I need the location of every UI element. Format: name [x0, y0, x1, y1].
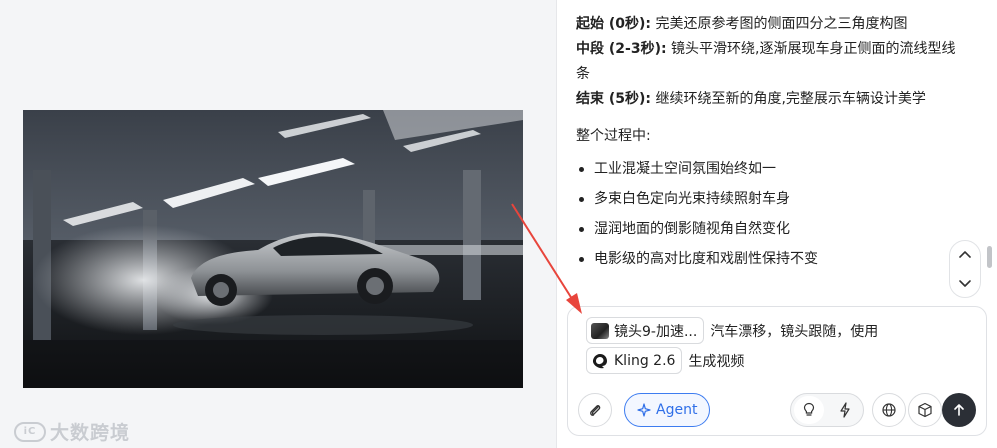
lightbulb-icon [803, 402, 815, 416]
canvas-area: iC 大数跨境 [0, 0, 556, 448]
model-chip[interactable]: Kling 2.6 [586, 347, 683, 374]
reference-car-image[interactable] [23, 110, 523, 388]
idea-mode-button[interactable] [794, 396, 824, 424]
kling-logo-icon [592, 353, 607, 368]
list-item: 工业混凝土空间氛围始终如一 [576, 157, 956, 182]
3d-model-button[interactable] [908, 393, 942, 427]
prompt-text: 汽车漂移，镜头跟随，使用 [710, 323, 879, 340]
segment-start: 起始 (0秒): 完美还原参考图的侧面四分之三角度构图 [576, 12, 956, 37]
prompt-text: 生成视频 [688, 353, 745, 370]
list-item-text: 工业混凝土空间氛围始终如一 [594, 161, 776, 177]
list-item-text: 电影级的高对比度和戏剧性保持不变 [594, 251, 818, 267]
car-drift-illustration [23, 110, 523, 388]
cube-icon [918, 402, 932, 418]
scroll-up-button[interactable] [955, 245, 975, 265]
segment-end: 结束 (5秒): 继续环绕至新的角度,完整展示车辆设计美学 [576, 87, 956, 112]
fast-mode-button[interactable] [830, 396, 860, 424]
segment-label: 结束 (5秒): [576, 91, 652, 107]
bullet-dot-icon [579, 167, 584, 172]
list-item: 多束白色定向光束持续照射车身 [576, 187, 956, 212]
watermark-logo-icon: iC [14, 421, 46, 442]
segment-label: 起始 (0秒): [576, 16, 652, 32]
scrollbar[interactable] [987, 246, 992, 268]
globe-icon [882, 403, 896, 417]
web-search-button[interactable] [872, 393, 906, 427]
list-item-text: 湿润地面的倒影随视角自然变化 [594, 221, 790, 237]
watermark: iC 大数跨境 [14, 418, 130, 445]
list-item: 湿润地面的倒影随视角自然变化 [576, 217, 956, 242]
sparkle-icon [637, 403, 651, 417]
bullet-dot-icon [579, 197, 584, 202]
agent-button[interactable]: Agent [624, 393, 711, 427]
image-chip-label: 镜头9-加速... [614, 323, 698, 340]
bullet-list: 工业混凝土空间氛围始终如一 多束白色定向光束持续照射车身 湿润地面的倒影随视角自… [576, 157, 956, 272]
image-reference-chip[interactable]: 镜头9-加速... [586, 317, 705, 344]
segment-label: 中段 (2-3秒): [576, 41, 667, 57]
model-chip-label: Kling 2.6 [614, 352, 676, 369]
chevron-down-icon [959, 280, 971, 287]
prompt-input[interactable]: 镜头9-加速... 汽车漂移，镜头跟随，使用 Kling 2.6 生成视频 Ag… [567, 306, 987, 436]
segment-text: 继续环绕至新的角度,完整展示车辆设计美学 [651, 91, 926, 107]
bullet-dot-icon [579, 227, 584, 232]
paperclip-icon [590, 405, 601, 416]
prompt-line-1: 镜头9-加速... 汽车漂移，镜头跟随，使用 [586, 317, 878, 344]
chevron-up-icon [959, 251, 971, 258]
summary-heading: 整个过程中: [576, 128, 651, 144]
watermark-text: 大数跨境 [50, 422, 131, 444]
chat-panel: 起始 (0秒): 完美还原参考图的侧面四分之三角度构图 中段 (2-3秒): 镜… [556, 0, 997, 448]
segment-text: 完美还原参考图的侧面四分之三角度构图 [651, 16, 908, 32]
list-item-text: 多束白色定向光束持续照射车身 [594, 191, 790, 207]
attach-button[interactable] [578, 393, 612, 427]
bullet-dot-icon [579, 257, 584, 262]
prompt-line-2: Kling 2.6 生成视频 [586, 347, 744, 374]
scroll-down-button[interactable] [955, 273, 975, 293]
image-thumbnail [591, 322, 609, 339]
mode-toggle [790, 393, 864, 427]
assistant-message: 起始 (0秒): 完美还原参考图的侧面四分之三角度构图 中段 (2-3秒): 镜… [576, 12, 956, 277]
send-button[interactable] [942, 393, 976, 427]
segment-middle: 中段 (2-3秒): 镜头平滑环绕,逐渐展现车身正侧面的流线型线条 [576, 37, 956, 87]
lightning-icon [840, 402, 850, 418]
arrow-up-icon [954, 404, 964, 416]
list-item: 电影级的高对比度和戏剧性保持不变 [576, 247, 956, 272]
agent-label: Agent [656, 402, 698, 418]
scroll-nav [949, 240, 981, 298]
